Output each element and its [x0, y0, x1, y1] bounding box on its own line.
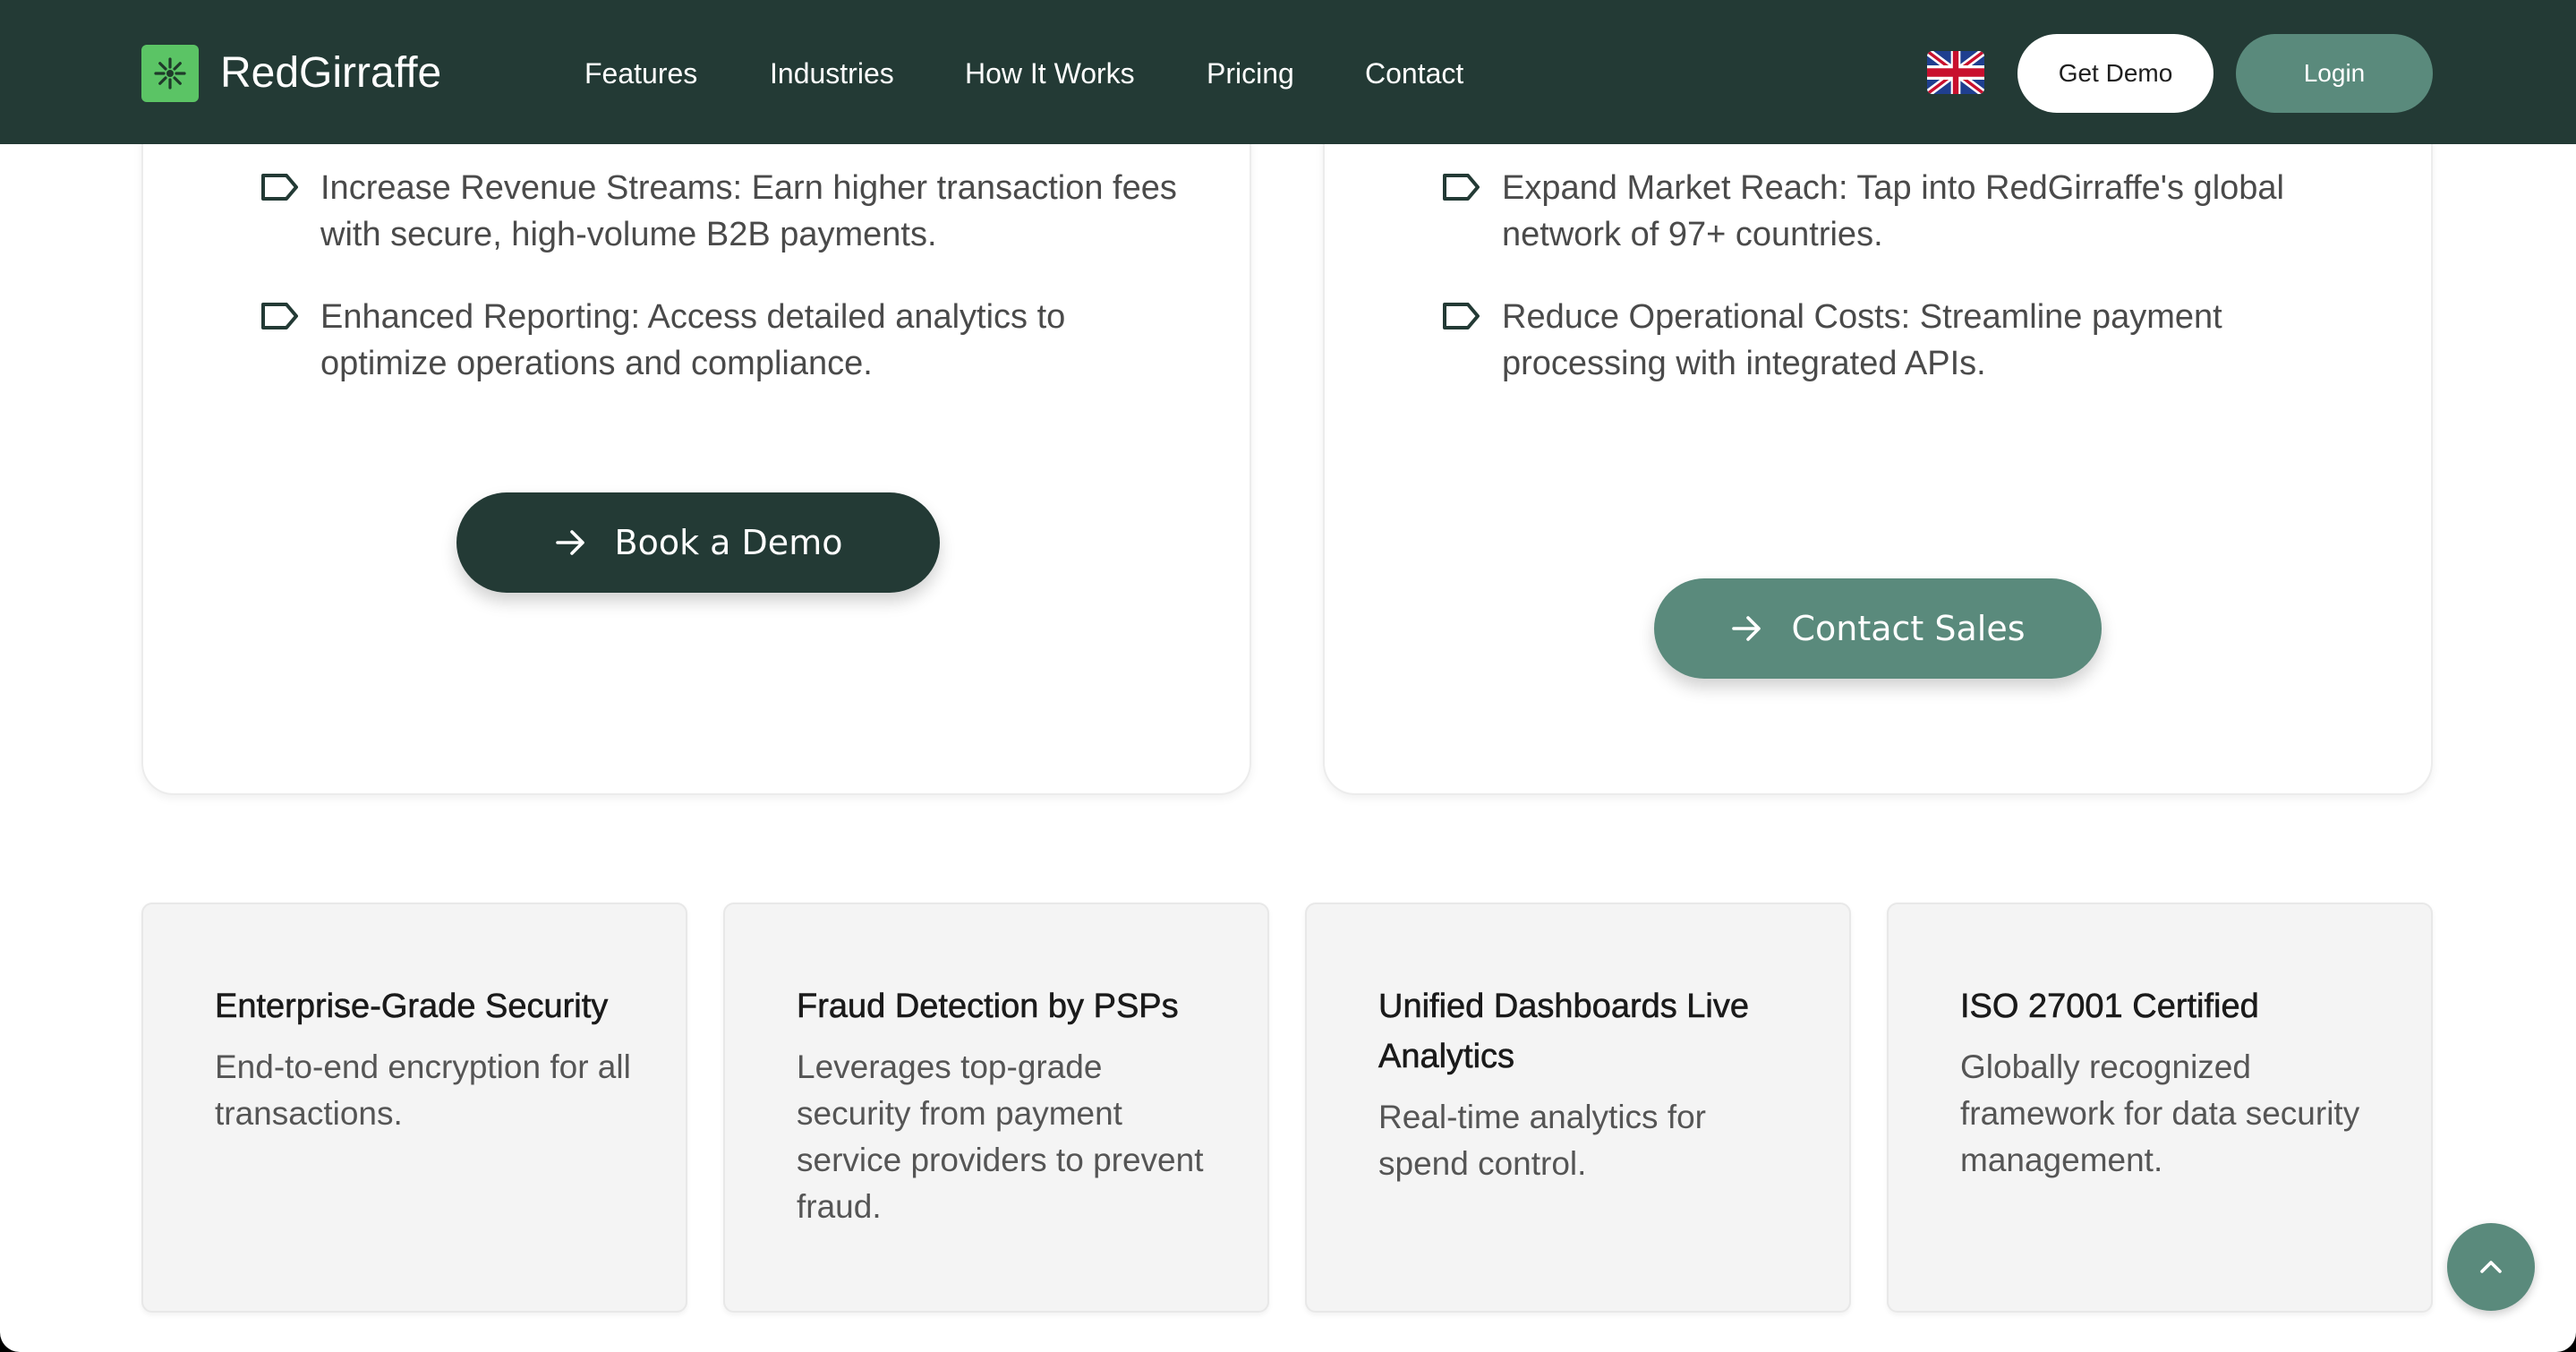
bullet-text: Expand Market Reach: Tap into RedGirraff… [1502, 169, 2284, 253]
navbar: RedGirraffe Features Industries How It W… [0, 0, 2576, 144]
arrow-right-icon [1732, 616, 1761, 641]
get-demo-button[interactable]: Get Demo [2017, 34, 2213, 113]
feature-desc: Leverages top-grade security from paymen… [797, 1048, 1204, 1225]
contact-sales-label: Contact Sales [1791, 609, 2026, 648]
list-item: Expand Market Reach: Tap into RedGirraff… [1441, 165, 2379, 258]
uk-flag-icon[interactable] [1927, 51, 1984, 94]
nav-pricing[interactable]: Pricing [1207, 56, 1294, 91]
book-demo-label: Book a Demo [614, 523, 843, 562]
tag-icon [1443, 303, 1480, 329]
nav-contact[interactable]: Contact [1365, 56, 1463, 91]
tag-icon [1443, 174, 1480, 201]
tag-icon [261, 303, 298, 329]
bullet-text: Increase Revenue Streams: Earn higher tr… [320, 169, 1177, 253]
list-item: Reduce Operational Costs: Streamline pay… [1441, 294, 2379, 387]
left-benefits-card: Increase Revenue Streams: Earn higher tr… [141, 54, 1251, 795]
bullet-text: Enhanced Reporting: Access detailed anal… [320, 298, 1066, 382]
list-item: Enhanced Reporting: Access detailed anal… [260, 294, 1198, 387]
page: RedGirraffe Features Industries How It W… [0, 0, 2576, 1352]
bullet-text: Reduce Operational Costs: Streamline pay… [1502, 298, 2222, 382]
feature-title: Fraud Detection by PSPs [797, 988, 1179, 1026]
feature-card-iso: ISO 27001 Certified Globally recognized … [1887, 903, 2433, 1313]
book-demo-button[interactable]: Book a Demo [456, 492, 940, 593]
nav-industries[interactable]: Industries [770, 56, 894, 91]
brand-name[interactable]: RedGirraffe [220, 47, 441, 100]
feature-desc: End-to-end encryption for all transactio… [215, 1048, 631, 1132]
feature-title: Enterprise-Grade Security [215, 988, 609, 1026]
nav-how-it-works[interactable]: How It Works [965, 56, 1135, 91]
list-item: Increase Revenue Streams: Earn higher tr… [260, 165, 1198, 258]
scroll-to-top-button[interactable] [2447, 1223, 2535, 1311]
feature-desc: Globally recognized framework for data s… [1960, 1048, 2360, 1178]
contact-sales-button[interactable]: Contact Sales [1654, 578, 2102, 679]
nav-features[interactable]: Features [584, 56, 697, 91]
feature-desc: Real-time analytics for spend control. [1378, 1099, 1707, 1182]
logo-icon[interactable] [141, 45, 199, 102]
feature-card-fraud: Fraud Detection by PSPs Leverages top-gr… [723, 903, 1269, 1313]
feature-card-dashboards: Unified Dashboards Live Analytics Real-t… [1305, 903, 1851, 1313]
feature-title: Unified Dashboards Live Analytics [1378, 988, 1750, 1076]
chevron-up-icon [2480, 1261, 2502, 1273]
feature-card-security: Enterprise-Grade Security End-to-end enc… [141, 903, 687, 1313]
tag-icon [261, 174, 298, 201]
feature-title: ISO 27001 Certified [1960, 988, 2259, 1026]
right-benefits-card: Expand Market Reach: Tap into RedGirraff… [1323, 54, 2433, 795]
arrow-right-icon [555, 530, 584, 555]
login-button[interactable]: Login [2236, 34, 2433, 113]
